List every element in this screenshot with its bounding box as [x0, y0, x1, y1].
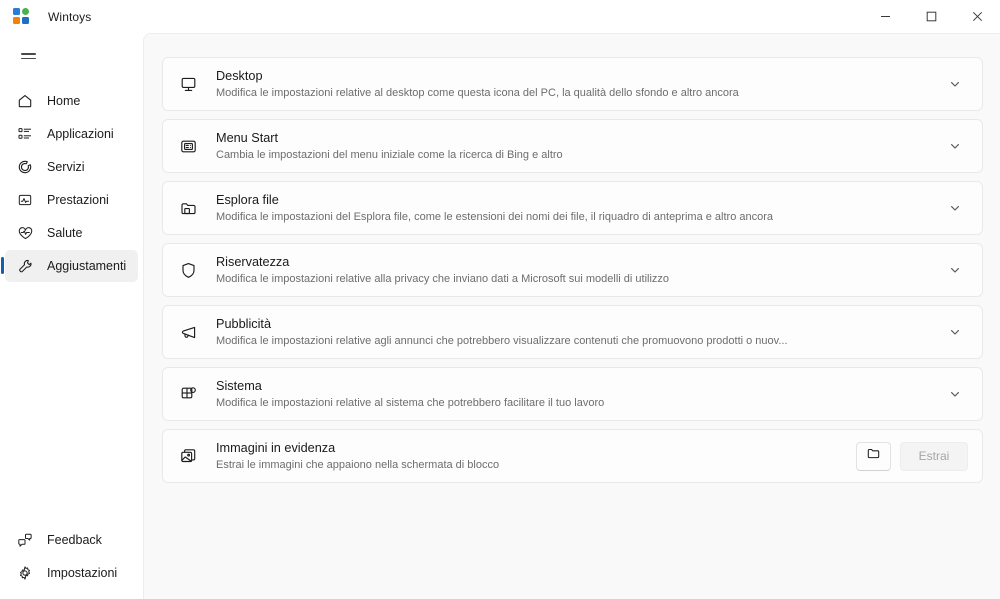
sidebar-item-servizi[interactable]: Servizi — [5, 151, 138, 183]
app-logo-icon — [13, 7, 31, 26]
tweak-card-desktop[interactable]: Desktop Modifica le impostazioni relativ… — [162, 57, 983, 111]
folder-open-icon — [866, 446, 881, 466]
apps-list-icon — [16, 125, 34, 143]
sidebar-item-salute[interactable]: Salute — [5, 217, 138, 249]
tweak-card-title: Immagini in evidenza — [216, 441, 336, 455]
sidebar-item-feedback[interactable]: Feedback — [5, 524, 138, 556]
title-bar: Wintoys — [0, 0, 1000, 33]
tweak-card-immagini-in-evidenza: Immagini in evidenza Estrai le immagini … — [162, 429, 983, 483]
health-heart-pulse-icon — [16, 224, 34, 242]
tweak-card-menu-start[interactable]: Menu Start Cambia le impostazioni del me… — [162, 119, 983, 173]
tweak-card-subtitle: Cambia le impostazioni del menu iniziale… — [216, 149, 563, 161]
image-stack-icon — [177, 445, 199, 467]
tweak-card-text: Immagini in evidenza Estrai le immagini … — [216, 440, 844, 472]
tweak-card-title: Pubblicità — [216, 317, 272, 331]
sidebar-item-aggiustamenti[interactable]: Aggiustamenti — [1, 250, 138, 282]
tweak-card-title: Riservatezza — [216, 255, 290, 269]
chevron-down-icon[interactable] — [942, 257, 968, 283]
performance-chart-icon — [16, 191, 34, 209]
tweak-card-esplora-file[interactable]: Esplora file Modifica le impostazioni de… — [162, 181, 983, 235]
feedback-chat-icon — [16, 531, 34, 549]
tweak-card-subtitle: Modifica le impostazioni relative al des… — [216, 87, 739, 99]
tweak-card-subtitle: Modifica le impostazioni relative agli a… — [216, 335, 788, 347]
spotlight-actions: Estrai — [856, 441, 968, 471]
tweak-card-text: Riservatezza Modifica le impostazioni re… — [216, 254, 932, 286]
folder-icon — [177, 197, 199, 219]
sidebar-item-impostazioni[interactable]: Impostazioni — [5, 557, 138, 589]
home-icon — [16, 92, 34, 110]
tweak-card-title: Menu Start — [216, 131, 279, 145]
system-window-grid-icon — [177, 383, 199, 405]
extract-button[interactable]: Estrai — [900, 441, 968, 471]
minimize-button[interactable] — [862, 0, 908, 33]
content-area: Desktop Modifica le impostazioni relativ… — [143, 33, 1000, 599]
wintoys-window: Wintoys Home Applicazioni Servizi Presta… — [0, 0, 1000, 599]
sidebar-item-label: Feedback — [47, 533, 102, 547]
window-body: Home Applicazioni Servizi Prestazioni Sa… — [0, 33, 1000, 599]
tweak-card-pubblicita[interactable]: Pubblicità Modifica le impostazioni rela… — [162, 305, 983, 359]
tweak-card-title: Sistema — [216, 379, 262, 393]
sidebar-item-label: Salute — [47, 226, 83, 240]
tweaks-card-list: Desktop Modifica le impostazioni relativ… — [162, 57, 983, 483]
tweak-card-sistema[interactable]: Sistema Modifica le impostazioni relativ… — [162, 367, 983, 421]
navigation-sidebar: Home Applicazioni Servizi Prestazioni Sa… — [0, 33, 143, 599]
chevron-down-icon[interactable] — [942, 381, 968, 407]
tweaks-panel: Desktop Modifica le impostazioni relativ… — [143, 33, 1000, 599]
window-controls — [862, 0, 1000, 33]
menu-toggle-button[interactable] — [8, 38, 48, 74]
sidebar-secondary-nav: Feedback Impostazioni — [0, 524, 143, 599]
tweak-card-title: Desktop — [216, 69, 263, 83]
tweak-card-text: Esplora file Modifica le impostazioni de… — [216, 192, 932, 224]
tweak-card-subtitle: Estrai le immagini che appaiono nella sc… — [216, 459, 500, 471]
sidebar-item-prestazioni[interactable]: Prestazioni — [5, 184, 138, 216]
sidebar-item-label: Aggiustamenti — [47, 259, 127, 273]
browse-folder-button[interactable] — [856, 441, 891, 471]
tweak-card-text: Sistema Modifica le impostazioni relativ… — [216, 378, 932, 410]
tweak-card-text: Menu Start Cambia le impostazioni del me… — [216, 130, 932, 162]
sidebar-item-applicazioni[interactable]: Applicazioni — [5, 118, 138, 150]
close-button[interactable] — [954, 0, 1000, 33]
chevron-down-icon[interactable] — [942, 133, 968, 159]
chevron-down-icon[interactable] — [942, 319, 968, 345]
megaphone-icon — [177, 321, 199, 343]
tweak-card-text: Pubblicità Modifica le impostazioni rela… — [216, 316, 932, 348]
tweak-card-text: Desktop Modifica le impostazioni relativ… — [216, 68, 932, 100]
tweaks-wrench-icon — [16, 257, 34, 275]
sidebar-item-home[interactable]: Home — [5, 85, 138, 117]
tweak-card-subtitle: Modifica le impostazioni del Esplora fil… — [216, 211, 774, 223]
tweak-card-riservatezza[interactable]: Riservatezza Modifica le impostazioni re… — [162, 243, 983, 297]
sidebar-item-label: Servizi — [47, 160, 85, 174]
sidebar-item-label: Impostazioni — [47, 566, 118, 580]
maximize-button[interactable] — [908, 0, 954, 33]
monitor-icon — [177, 73, 199, 95]
app-title: Wintoys — [48, 9, 92, 24]
sidebar-item-label: Applicazioni — [47, 127, 114, 141]
minimize-icon — [880, 16, 890, 17]
chevron-down-icon[interactable] — [942, 195, 968, 221]
shield-icon — [177, 259, 199, 281]
services-gear-icon — [16, 158, 34, 176]
hamburger-icon — [20, 50, 36, 62]
sidebar-item-label: Home — [47, 94, 81, 108]
sidebar-item-label: Prestazioni — [47, 193, 109, 207]
start-menu-icon — [177, 135, 199, 157]
tweak-card-subtitle: Modifica le impostazioni relative al sis… — [216, 397, 605, 409]
maximize-icon — [926, 11, 936, 22]
tweak-card-subtitle: Modifica le impostazioni relative alla p… — [216, 273, 670, 285]
close-icon — [972, 11, 982, 22]
tweak-card-title: Esplora file — [216, 193, 279, 207]
settings-gear-icon — [16, 564, 34, 582]
chevron-down-icon[interactable] — [942, 71, 968, 97]
sidebar-primary-nav: Home Applicazioni Servizi Prestazioni Sa… — [0, 85, 143, 282]
